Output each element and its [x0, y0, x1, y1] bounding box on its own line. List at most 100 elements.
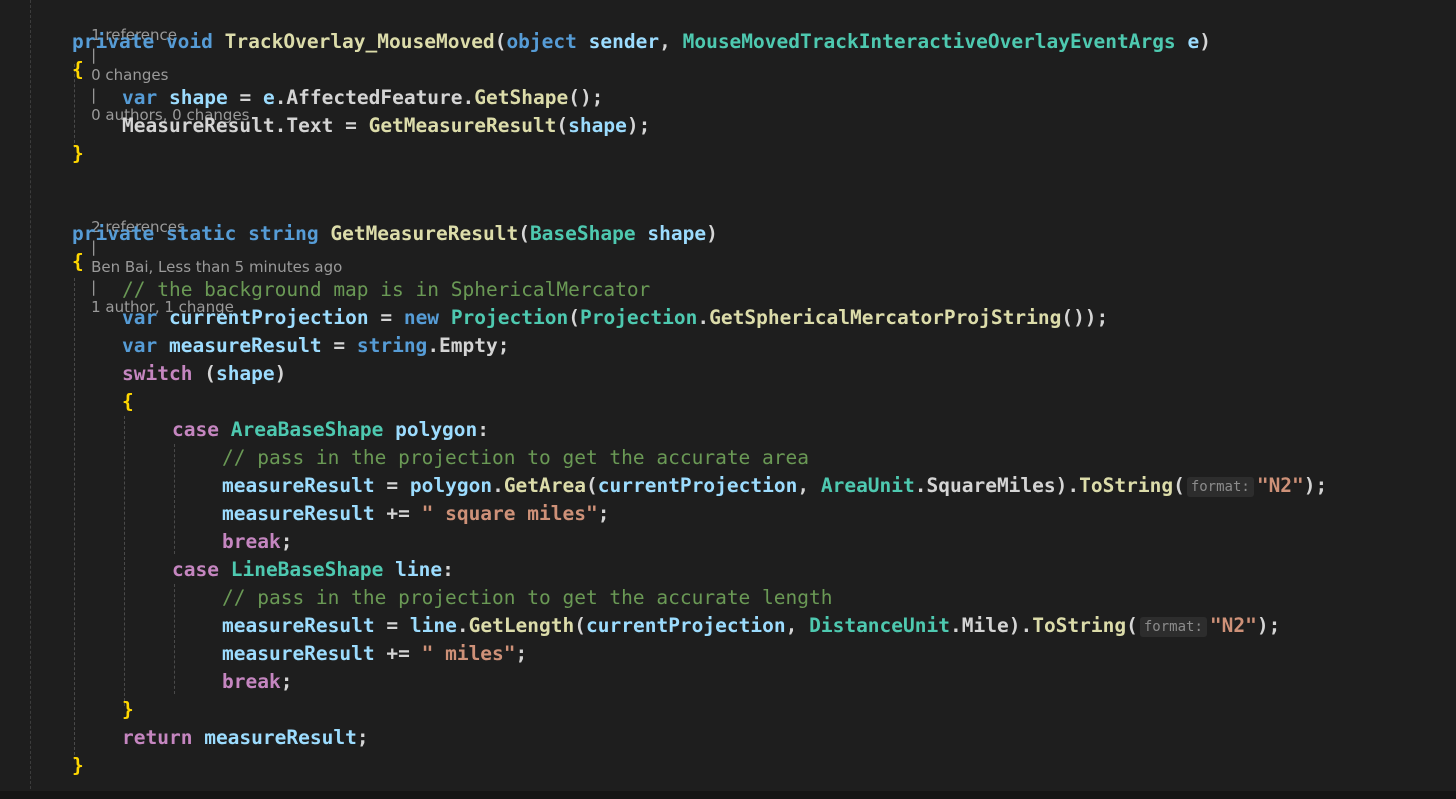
code-line-measure-text[interactable]: MeasureResult.Text = GetMeasureResult(sh…	[122, 112, 650, 140]
code-line-switch-close[interactable]: }	[122, 696, 134, 724]
identifier: MeasureResult	[122, 114, 275, 137]
punctuation: (	[574, 614, 587, 637]
punctuation: .	[1020, 614, 1033, 637]
code-line-append-square-miles[interactable]: measureResult += " square miles";	[222, 500, 609, 528]
punctuation: ;	[280, 670, 293, 693]
punctuation: ,	[797, 474, 810, 497]
method-name: GetMeasureResult	[330, 222, 519, 245]
member-access: .Mile)	[950, 614, 1021, 637]
punctuation: (	[556, 114, 569, 137]
code-line-var-shape[interactable]: var shape = e.AffectedFeature.GetShape()…	[122, 84, 603, 112]
parameter: e	[262, 86, 275, 109]
codelens-author-link[interactable]: Ben Bai, Less than 5 minutes ago	[91, 258, 342, 276]
keyword: string	[248, 222, 319, 245]
code-line-method2-signature[interactable]: private static string GetMeasureResult(B…	[72, 220, 718, 248]
punctuation: (	[1126, 614, 1138, 637]
indent-guide	[174, 444, 175, 554]
operator: =	[380, 306, 393, 329]
member-access: .AffectedFeature.	[274, 86, 475, 109]
keyword: static	[165, 222, 237, 245]
punctuation: ;	[280, 530, 293, 553]
parameter: sender	[588, 30, 660, 53]
code-line-method1-signature[interactable]: private void TrackOverlay_MouseMoved(obj…	[72, 28, 1211, 56]
punctuation: );	[1256, 614, 1281, 637]
operator: =	[345, 114, 357, 137]
operator: =	[386, 614, 399, 637]
punctuation: (	[568, 306, 580, 329]
inlay-hint: format:	[1186, 477, 1254, 497]
code-line-return[interactable]: return measureResult;	[122, 724, 369, 752]
type-name: DistanceUnit	[809, 614, 950, 637]
parameter: e	[1187, 30, 1200, 53]
code-line-close-brace[interactable]: }	[72, 140, 84, 168]
method-call: GetMeasureResult	[368, 114, 557, 137]
punctuation: (	[494, 30, 507, 53]
comment: // the background map is in SphericalMer…	[122, 278, 651, 301]
method-call: GetShape	[474, 86, 569, 109]
keyword: var	[122, 334, 158, 357]
variable: currentProjection	[586, 614, 786, 637]
member-access: .Text	[274, 114, 334, 137]
type-name: AreaBaseShape	[230, 418, 384, 441]
code-line-break[interactable]: break;	[222, 528, 292, 556]
keyword: switch	[122, 362, 193, 385]
code-line-open-brace[interactable]: {	[72, 248, 84, 276]
method-call: GetSphericalMercatorProjString	[709, 306, 1062, 329]
method-call: ToString	[1079, 474, 1174, 497]
variable: currentProjection	[597, 474, 798, 497]
type-name: MouseMovedTrackInteractiveOverlayEventAr…	[682, 30, 1176, 53]
punctuation: .	[1067, 474, 1080, 497]
codelens-method1: 1 reference | 0 changes | 0 authors, 0 c…	[72, 5, 249, 124]
code-line-case-line[interactable]: case LineBaseShape line:	[172, 556, 454, 584]
variable: measureResult	[168, 334, 322, 357]
inlay-hint: format:	[1139, 617, 1207, 637]
punctuation: ;	[356, 726, 369, 749]
indent-guide	[174, 584, 175, 694]
codelens-changes-link[interactable]: 0 changes	[91, 66, 168, 84]
code-line-open-brace[interactable]: {	[72, 56, 84, 84]
variable: shape	[568, 114, 627, 137]
code-line-append-miles[interactable]: measureResult += " miles";	[222, 640, 527, 668]
punctuation: ());	[1061, 306, 1109, 329]
code-line-switch-open[interactable]: {	[122, 388, 134, 416]
codelens-separator: |	[91, 86, 97, 104]
outer-indent-guide	[30, 0, 31, 799]
code-editor[interactable]: 1 reference | 0 changes | 0 authors, 0 c…	[0, 0, 1456, 799]
operator: =	[386, 474, 399, 497]
member-access: .Empty;	[427, 334, 510, 357]
keyword: var	[122, 306, 158, 329]
method-call: GetLength	[468, 614, 575, 637]
punctuation: )	[274, 362, 287, 385]
keyword: private	[72, 30, 155, 53]
variable: measureResult	[222, 502, 375, 525]
variable: shape	[168, 86, 228, 109]
punctuation: );	[1303, 474, 1328, 497]
keyword: object	[506, 30, 577, 53]
code-line-break[interactable]: break;	[222, 668, 292, 696]
brace: {	[122, 390, 134, 413]
code-line-case-area[interactable]: case AreaBaseShape polygon:	[172, 416, 489, 444]
code-line-comment[interactable]: // pass in the projection to get the acc…	[222, 444, 809, 472]
variable: polygon	[409, 474, 493, 497]
punctuation: ,	[659, 30, 671, 53]
code-line-comment[interactable]: // pass in the projection to get the acc…	[222, 584, 832, 612]
method-name: TrackOverlay_MouseMoved	[224, 30, 495, 53]
operator: =	[333, 334, 346, 357]
punctuation: .	[492, 474, 504, 497]
parameter: shape	[647, 222, 707, 245]
string-literal: " square miles"	[421, 502, 598, 525]
editor-bottom-edge	[0, 791, 1456, 799]
code-line-get-area[interactable]: measureResult = polygon.GetArea(currentP…	[222, 472, 1327, 500]
code-line-get-length[interactable]: measureResult = line.GetLength(currentPr…	[222, 612, 1280, 640]
code-line-measure-result-decl[interactable]: var measureResult = string.Empty;	[122, 332, 510, 360]
code-line-close-brace[interactable]: }	[72, 752, 84, 780]
comment: // pass in the projection to get the acc…	[222, 446, 809, 469]
punctuation: (	[518, 222, 530, 245]
variable: shape	[215, 362, 275, 385]
variable: measureResult	[222, 642, 375, 665]
keyword: return	[122, 726, 193, 749]
code-line-current-projection[interactable]: var currentProjection = new Projection(P…	[122, 304, 1108, 332]
code-line-switch[interactable]: switch (shape)	[122, 360, 286, 388]
code-line-comment[interactable]: // the background map is in SphericalMer…	[122, 276, 650, 304]
keyword: string	[356, 334, 428, 357]
